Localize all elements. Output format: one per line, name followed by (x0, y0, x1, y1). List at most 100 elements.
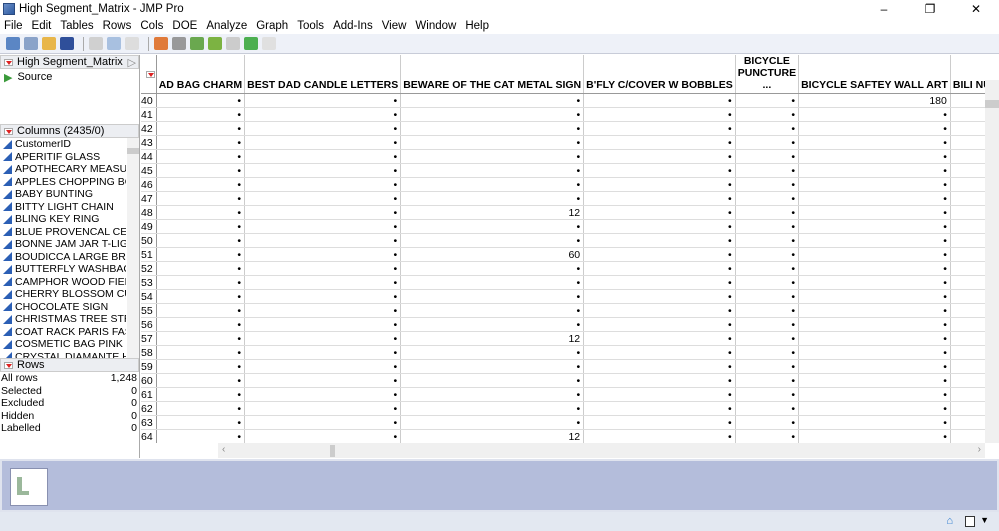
cell[interactable]: • (798, 191, 951, 206)
cell[interactable]: • (244, 247, 402, 262)
row-number[interactable]: 58 (141, 345, 157, 360)
row-number[interactable]: 50 (141, 233, 157, 248)
cell[interactable]: • (400, 359, 585, 374)
cell[interactable]: • (156, 289, 246, 304)
cell[interactable]: • (798, 303, 951, 318)
cell[interactable]: 12 (400, 429, 585, 443)
row-number[interactable]: 49 (141, 219, 157, 234)
cell[interactable]: • (400, 373, 585, 388)
menu-cols[interactable]: Cols (140, 20, 163, 32)
edit-icon[interactable] (262, 37, 276, 50)
cell[interactable]: • (735, 401, 800, 416)
cell[interactable]: • (244, 373, 402, 388)
column-item[interactable]: CHRISTMAS TREE STRING (0, 313, 126, 326)
cell[interactable]: • (735, 261, 800, 276)
cell[interactable]: • (735, 331, 800, 346)
cell[interactable] (950, 401, 985, 416)
cell[interactable]: • (798, 359, 951, 374)
cell[interactable]: • (244, 303, 402, 318)
row-number[interactable]: 54 (141, 289, 157, 304)
row-number[interactable]: 48 (141, 205, 157, 220)
cell[interactable]: • (400, 233, 585, 248)
cell[interactable]: • (156, 429, 246, 443)
collapse-icon[interactable]: ▷ (128, 56, 136, 69)
row-number[interactable]: 51 (141, 247, 157, 262)
cell[interactable]: • (400, 261, 585, 276)
column-item[interactable]: APOTHECARY MEASURING (0, 163, 126, 176)
menu-doe[interactable]: DOE (172, 20, 197, 32)
cell[interactable]: • (400, 191, 585, 206)
cell[interactable]: • (244, 205, 402, 220)
cell[interactable]: • (735, 373, 800, 388)
cell[interactable]: • (583, 429, 736, 443)
cell[interactable]: • (400, 401, 585, 416)
cell[interactable]: • (244, 177, 402, 192)
cell[interactable]: • (583, 163, 736, 178)
cell[interactable]: • (400, 163, 585, 178)
cell[interactable]: • (244, 275, 402, 290)
cell[interactable]: • (583, 289, 736, 304)
cell[interactable]: • (583, 317, 736, 332)
cell[interactable]: • (798, 415, 951, 430)
table-panel-header[interactable]: High Segment_Matrix ▷ (0, 55, 139, 69)
cell[interactable]: • (244, 121, 402, 136)
row-number[interactable]: 41 (141, 107, 157, 122)
cell[interactable]: • (583, 345, 736, 360)
cell[interactable]: • (583, 191, 736, 206)
row-number[interactable]: 62 (141, 401, 157, 416)
cell[interactable]: • (400, 121, 585, 136)
cell[interactable] (950, 331, 985, 346)
column-item[interactable]: APERITIF GLASS (0, 151, 126, 164)
calculator-icon[interactable] (172, 37, 186, 50)
columns-scrollbar[interactable] (127, 138, 139, 358)
cell[interactable]: • (735, 275, 800, 290)
cell[interactable] (950, 107, 985, 122)
cell[interactable]: • (156, 261, 246, 276)
cell[interactable] (950, 387, 985, 402)
cell[interactable]: • (735, 303, 800, 318)
menu-file[interactable]: File (4, 20, 23, 32)
cell[interactable]: • (735, 149, 800, 164)
vertical-scrollbar[interactable] (985, 80, 999, 443)
row-number[interactable]: 63 (141, 415, 157, 430)
cell[interactable]: • (244, 401, 402, 416)
column-header[interactable]: AD BAG CHARM (156, 55, 246, 94)
row-number[interactable]: 53 (141, 275, 157, 290)
menu-tools[interactable]: Tools (297, 20, 324, 32)
cell[interactable]: • (156, 317, 246, 332)
cell[interactable]: • (244, 261, 402, 276)
row-number[interactable]: 55 (141, 303, 157, 318)
column-header[interactable]: BILI NUT AN (950, 55, 985, 94)
horizontal-scrollbar[interactable]: ‹ › (218, 443, 985, 458)
cell[interactable]: • (400, 177, 585, 192)
cell[interactable] (950, 163, 985, 178)
cell[interactable]: • (583, 401, 736, 416)
cell[interactable]: • (156, 331, 246, 346)
cell[interactable] (950, 205, 985, 220)
data-table-icon[interactable] (154, 37, 168, 50)
cell[interactable]: • (244, 387, 402, 402)
cell[interactable]: • (583, 359, 736, 374)
cell[interactable]: 180 (798, 93, 951, 108)
row-number[interactable]: 47 (141, 191, 157, 206)
cell[interactable]: • (583, 107, 736, 122)
cell[interactable] (950, 373, 985, 388)
cell[interactable]: • (583, 219, 736, 234)
report-thumbnail[interactable] (10, 468, 48, 506)
row-number[interactable]: 43 (141, 135, 157, 150)
cell[interactable]: • (583, 387, 736, 402)
cell[interactable] (950, 317, 985, 332)
cell[interactable]: • (798, 373, 951, 388)
column-item[interactable]: COSMETIC BAG PINK STAR (0, 338, 126, 351)
column-item[interactable]: CRYSTAL DIAMANTE HAIR (0, 351, 126, 358)
cell[interactable]: • (156, 275, 246, 290)
cell[interactable]: • (583, 205, 736, 220)
column-item[interactable]: BOUDICCA LARGE BRACELET (0, 251, 126, 264)
cell[interactable]: • (156, 247, 246, 262)
cell[interactable]: • (244, 107, 402, 122)
cell[interactable]: • (735, 387, 800, 402)
row-number[interactable]: 64 (141, 429, 157, 443)
menu-view[interactable]: View (382, 20, 407, 32)
grid-icon[interactable] (190, 37, 204, 50)
home-icon[interactable]: ⌂ (946, 515, 953, 527)
